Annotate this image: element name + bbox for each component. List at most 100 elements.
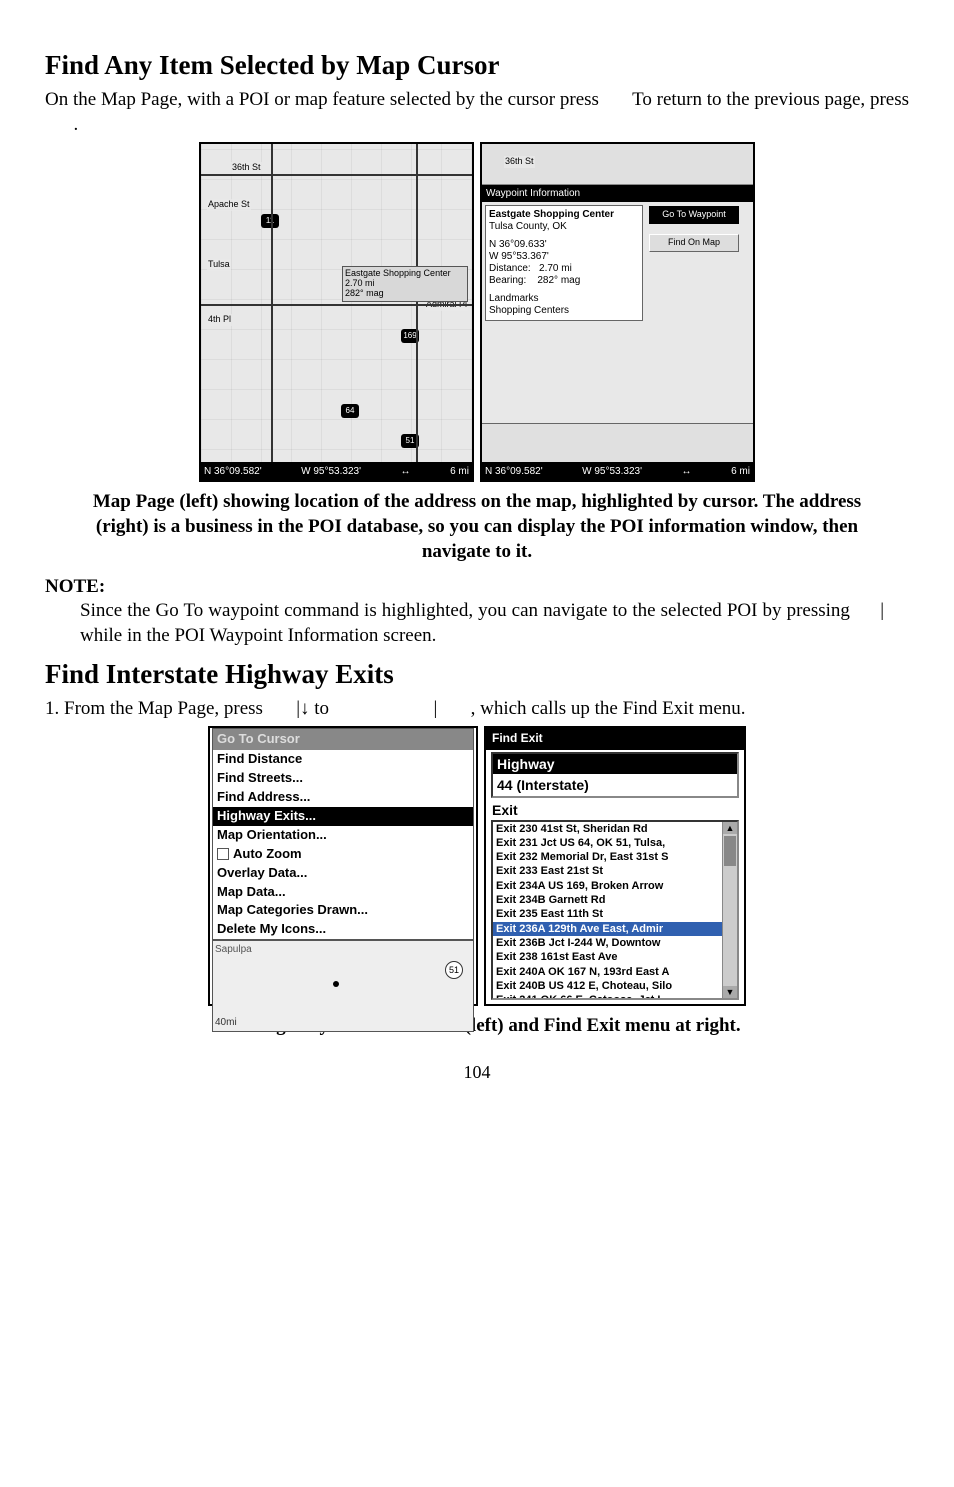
heading-find-exits: Find Interstate Highway Exits bbox=[45, 657, 909, 692]
list-item-selected[interactable]: Exit 236A 129th Ave East, Admir bbox=[493, 922, 723, 936]
para1b: To return to the previous page, press bbox=[632, 89, 909, 110]
menu-auto-zoom[interactable]: Auto Zoom bbox=[213, 845, 473, 864]
para-map-page: On the Map Page, with a POI or map featu… bbox=[45, 88, 909, 137]
list-item[interactable]: Exit 231 Jct US 64, OK 51, Tulsa, bbox=[493, 836, 723, 850]
exit-list[interactable]: Exit 230 41st St, Sheridan Rd Exit 231 J… bbox=[491, 820, 739, 1000]
figure2-caption: Find Highway Exits command (left) and Fi… bbox=[65, 1014, 889, 1039]
scroll-up-icon[interactable]: ▲ bbox=[723, 822, 737, 834]
street-label-apache: Apache St bbox=[207, 199, 251, 211]
menu-map-data[interactable]: Map Data... bbox=[213, 883, 473, 902]
list-item[interactable]: Exit 233 East 21st St bbox=[493, 864, 723, 878]
para2e: , which calls up the Find Exit menu. bbox=[471, 698, 746, 719]
figure-row-2: Go To Cursor Find Distance Find Streets.… bbox=[45, 726, 909, 1006]
menu-mini-map: Sapulpa 40mi 51 bbox=[212, 940, 474, 1032]
arrow-icon: ↔ bbox=[401, 465, 411, 478]
list-item[interactable]: Exit 240B US 412 E, Choteau, Silo bbox=[493, 979, 723, 993]
highway-field-label: Highway bbox=[493, 754, 737, 774]
strip-36th-label: 36th St bbox=[504, 156, 535, 168]
waypoint-name: Eastgate Shopping Center bbox=[489, 209, 639, 221]
find-exit-title: Find Exit bbox=[486, 728, 744, 750]
map-page-screenshot: 36th St Apache St 4th Pl Admiral Pl Tuls… bbox=[199, 142, 474, 482]
waypoint-place: Tulsa County, OK bbox=[489, 221, 639, 233]
list-item[interactable]: Exit 235 East 11th St bbox=[493, 907, 723, 921]
town-label-sapulpa: Sapulpa bbox=[215, 943, 252, 956]
road-v2 bbox=[416, 144, 418, 462]
list-item[interactable]: Exit 241 OK 66 E, Catoosa, Jct I- bbox=[493, 993, 723, 999]
map-canvas: 36th St Apache St 4th Pl Admiral Pl Tuls… bbox=[201, 144, 472, 480]
find-exit-screenshot: Find Exit Highway 44 (Interstate) Exit E… bbox=[484, 726, 746, 1006]
highway-field-value: 44 (Interstate) bbox=[493, 774, 737, 796]
menu-map-categories[interactable]: Map Categories Drawn... bbox=[213, 901, 473, 920]
menu-highway-exits[interactable]: Highway Exits... bbox=[213, 807, 473, 826]
go-to-waypoint-button[interactable]: Go To Waypoint bbox=[649, 206, 739, 224]
note-sep: | bbox=[880, 600, 884, 621]
route-shield-51: 51 bbox=[445, 961, 463, 979]
waypoint-lon: W 95°53.367' bbox=[489, 251, 639, 263]
list-item[interactable]: Exit 240A OK 167 N, 193rd East A bbox=[493, 965, 723, 979]
list-item[interactable]: Exit 236B Jct I-244 W, Downtow bbox=[493, 936, 723, 950]
road-h2 bbox=[201, 304, 472, 306]
map-status-bar: N 36°09.582' W 95°53.323' ↔ 6 mi bbox=[201, 462, 472, 480]
waypoint-info-pane: Eastgate Shopping Center Tulsa County, O… bbox=[482, 202, 753, 324]
figure-row-1: 36th St Apache St 4th Pl Admiral Pl Tuls… bbox=[45, 142, 909, 482]
note-a: Since the Go To waypoint command is high… bbox=[80, 600, 850, 621]
waypoint-status-bar: N 36°09.582' W 95°53.323' ↔ 6 mi bbox=[482, 462, 753, 480]
scrollbar[interactable]: ▲ ▼ bbox=[722, 822, 737, 998]
shield-64: 64 bbox=[341, 404, 359, 418]
waypoint-info-title: Waypoint Information bbox=[482, 185, 753, 202]
road-h1 bbox=[201, 174, 472, 176]
map-menu-screenshot: Go To Cursor Find Distance Find Streets.… bbox=[208, 726, 478, 1006]
checkbox-icon[interactable] bbox=[217, 848, 229, 860]
street-label-4th-pl: 4th Pl bbox=[207, 314, 232, 326]
shield-11: 11 bbox=[261, 214, 279, 228]
list-item[interactable]: Exit 238 161st East Ave bbox=[493, 950, 723, 964]
note-body: Since the Go To waypoint command is high… bbox=[80, 599, 909, 648]
figure1-caption: Map Page (left) showing location of the … bbox=[65, 490, 889, 564]
list-item[interactable]: Exit 232 Memorial Dr, East 31st S bbox=[493, 850, 723, 864]
find-on-map-button[interactable]: Find On Map bbox=[649, 234, 739, 252]
down-arrow-icon: ↓ bbox=[300, 698, 310, 719]
list-item[interactable]: Exit 230 41st St, Sheridan Rd bbox=[493, 822, 723, 836]
road-v1 bbox=[271, 144, 273, 462]
menu-delete-icons[interactable]: Delete My Icons... bbox=[213, 920, 473, 939]
heading-find-any-item: Find Any Item Selected by Map Cursor bbox=[45, 48, 909, 83]
para1a: On the Map Page, with a POI or map featu… bbox=[45, 89, 599, 110]
waypoint-distance: Distance: 2.70 mi bbox=[489, 263, 639, 275]
menu-find-distance[interactable]: Find Distance bbox=[213, 750, 473, 769]
waypoint-cat1: Landmarks bbox=[489, 293, 639, 305]
para1c: . bbox=[74, 114, 79, 135]
para2c: to bbox=[314, 698, 329, 719]
menu-find-address[interactable]: Find Address... bbox=[213, 788, 473, 807]
note-heading: NOTE: bbox=[45, 575, 909, 600]
page-number: 104 bbox=[45, 1061, 909, 1084]
waypoint-minimap bbox=[482, 423, 753, 462]
exit-list-inner: Exit 230 41st St, Sheridan Rd Exit 231 J… bbox=[493, 822, 723, 998]
scroll-down-icon[interactable]: ▼ bbox=[723, 986, 737, 998]
arrow-icon: ↔ bbox=[682, 465, 692, 478]
status-lon: W 95°53.323' bbox=[301, 465, 361, 478]
exit-section-label: Exit bbox=[492, 801, 738, 819]
waypoint-bearing: Bearing: 282° mag bbox=[489, 275, 639, 287]
poi-tooltip-brg: 282° mag bbox=[345, 289, 465, 299]
menu-find-streets[interactable]: Find Streets... bbox=[213, 769, 473, 788]
waypoint-cat2: Shopping Centers bbox=[489, 305, 639, 317]
highway-field[interactable]: Highway 44 (Interstate) bbox=[491, 752, 739, 798]
note-c: while in the POI Waypoint Information sc… bbox=[80, 625, 436, 646]
para2d: | bbox=[434, 698, 438, 719]
list-item[interactable]: Exit 234A US 169, Broken Arrow bbox=[493, 879, 723, 893]
scroll-thumb[interactable] bbox=[724, 836, 736, 866]
para-find-exits: 1. From the Map Page, press |↓ to | , wh… bbox=[45, 697, 909, 722]
waypoint-top-map-strip: 36th St bbox=[482, 144, 753, 185]
waypoint-buttons-col: Go To Waypoint Find On Map bbox=[646, 202, 742, 324]
status-zoom: 6 mi bbox=[450, 465, 469, 478]
list-item[interactable]: Exit 234B Garnett Rd bbox=[493, 893, 723, 907]
menu-overlay-data[interactable]: Overlay Data... bbox=[213, 864, 473, 883]
street-label-36th: 36th St bbox=[231, 162, 262, 174]
scale-label: 40mi bbox=[215, 1016, 237, 1029]
status-lat: N 36°09.582' bbox=[204, 465, 262, 478]
poi-tooltip: Eastgate Shopping Center 2.70 mi 282° ma… bbox=[342, 266, 468, 302]
menu-map-orientation[interactable]: Map Orientation... bbox=[213, 826, 473, 845]
wpt-status-lat: N 36°09.582' bbox=[485, 465, 543, 478]
waypoint-lat: N 36°09.633' bbox=[489, 239, 639, 251]
menu-go-to-cursor[interactable]: Go To Cursor bbox=[213, 729, 473, 750]
